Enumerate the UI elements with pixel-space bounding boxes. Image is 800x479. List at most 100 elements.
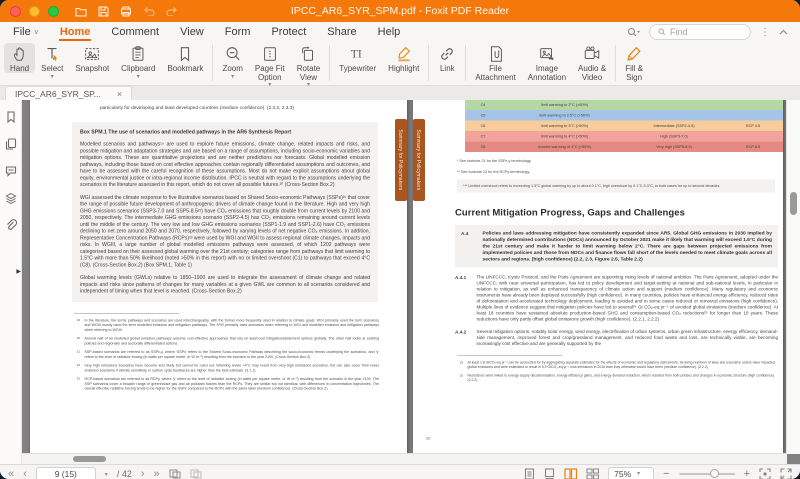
page-number-input[interactable]: 9 (15) xyxy=(35,467,96,479)
zoom-button[interactable]: Zoom ▾ xyxy=(216,43,248,80)
collapse-ribbon-icon[interactable] xyxy=(779,29,788,35)
chevron-down-icon: ▾ xyxy=(231,74,235,81)
table-row: C8 exceed warming of 4°C (>50%) Very high … xyxy=(465,141,783,152)
save-icon[interactable] xyxy=(98,6,109,17)
box-title: Box SPM.1 The use of scenarios and model… xyxy=(80,129,292,136)
fit-page-button[interactable] xyxy=(759,468,771,479)
attachments-panel-icon[interactable] xyxy=(5,219,17,231)
minimize-window-button[interactable] xyxy=(29,5,40,17)
hand-tool-button[interactable]: Hand xyxy=(4,43,36,74)
ribbon-separator xyxy=(329,45,331,81)
pdf-page-right[interactable]: C3limit warming to 2°C (>67%)Low (SSP1-2… xyxy=(413,100,783,453)
file-attachment-icon xyxy=(490,46,502,62)
open-file-icon[interactable] xyxy=(75,6,87,17)
ribbon-separator xyxy=(212,45,214,81)
page-number: 10 xyxy=(426,436,431,441)
statement-a41: A.4.1 The UNFCCC, Kyoto Protocol, and th… xyxy=(455,274,778,322)
first-page-button[interactable]: « xyxy=(8,468,14,479)
audio-video-icon xyxy=(584,46,600,59)
section-side-tab: Summary for Policymakers xyxy=(413,119,425,201)
zoom-in-button[interactable]: + xyxy=(744,468,750,479)
zoom-window-button[interactable] xyxy=(48,5,59,17)
rotate-view-button[interactable]: Rotate View ▾ xyxy=(291,43,327,89)
bookmarks-panel-icon[interactable] xyxy=(5,111,17,123)
zoom-slider-thumb[interactable] xyxy=(709,469,719,478)
highlight-button[interactable]: Highlight xyxy=(382,43,425,73)
zoom-level-select[interactable]: 75% ▾ xyxy=(608,467,655,479)
close-window-button[interactable] xyxy=(10,5,21,17)
footnote: 20 Around half of all modelled global emi… xyxy=(76,336,379,346)
typewriter-button[interactable]: TI Typewriter xyxy=(333,43,382,73)
next-page-button[interactable]: › xyxy=(141,468,145,479)
rotate-view-icon xyxy=(302,46,314,61)
statement-a4: A.4 Policies and laws addressing mitigat… xyxy=(455,224,778,268)
link-icon xyxy=(441,48,454,60)
find-placeholder: Find xyxy=(670,27,688,37)
zoom-out-button[interactable]: − xyxy=(663,468,669,479)
single-page-view-icon[interactable] xyxy=(524,468,535,479)
ribbon-separator xyxy=(465,45,467,81)
horizontal-scrollbar[interactable] xyxy=(22,453,787,464)
menu-file[interactable]: File ∨ xyxy=(12,24,40,40)
image-annotation-button[interactable]: Image Annotation xyxy=(522,43,572,82)
menu-home[interactable]: Home xyxy=(58,24,92,41)
menu-form[interactable]: Form xyxy=(224,24,252,40)
fill-sign-button[interactable]: Fill & Sign xyxy=(619,43,649,82)
comments-panel-icon[interactable] xyxy=(5,165,17,177)
chevron-down-icon: ▾ xyxy=(268,82,272,89)
document-tab-label: IPCC_AR6_SYR_SP... xyxy=(15,88,101,99)
snapshot-button[interactable]: Snapshot xyxy=(69,43,115,73)
file-attachment-button[interactable]: File Attachment xyxy=(469,43,521,82)
next-view-button[interactable] xyxy=(190,469,202,479)
clipboard-button[interactable]: Clipboard ▾ xyxy=(115,43,161,80)
link-button[interactable]: Link xyxy=(432,43,462,73)
footnote-separator xyxy=(457,355,562,356)
continuous-view-icon[interactable] xyxy=(544,468,555,479)
horizontal-scrollbar-thumb[interactable] xyxy=(73,456,106,462)
menu-comment[interactable]: Comment xyxy=(110,24,160,40)
section-heading: Current Mitigation Progress, Gaps and Ch… xyxy=(455,207,685,218)
close-tab-icon[interactable]: × xyxy=(117,89,122,99)
fullscreen-button[interactable] xyxy=(780,468,792,479)
layers-panel-icon[interactable] xyxy=(4,192,17,204)
print-icon[interactable] xyxy=(120,6,132,17)
document-tab-bar: IPCC_AR6_SYR_SP... × xyxy=(0,86,800,100)
audio-video-button[interactable]: Audio & Video xyxy=(572,43,612,82)
select-tool-button[interactable]: Select ▾ xyxy=(35,43,69,80)
highlight-icon xyxy=(398,46,410,62)
redo-icon[interactable] xyxy=(166,6,178,16)
undo-icon[interactable] xyxy=(143,6,155,16)
sidebar-expand-handle[interactable]: ▶ xyxy=(16,268,21,275)
clipboard-icon xyxy=(132,46,144,61)
menu-share[interactable]: Share xyxy=(326,24,357,40)
facing-continuous-view-icon[interactable] xyxy=(586,468,600,479)
paragraph-fragment: particularly for developing and least de… xyxy=(100,105,294,111)
previous-page-button[interactable]: ‹ xyxy=(23,468,27,479)
last-page-button[interactable]: » xyxy=(154,468,160,479)
select-text-icon xyxy=(47,48,58,61)
pdf-page-left[interactable]: particularly for developing and least de… xyxy=(30,100,407,453)
vertical-scrollbar-thumb[interactable] xyxy=(790,192,797,215)
vertical-scrollbar[interactable] xyxy=(786,100,800,454)
bookmark-button[interactable]: Bookmark xyxy=(161,43,209,73)
document-tab[interactable]: IPCC_AR6_SYR_SP... × xyxy=(5,86,133,100)
zoom-slider[interactable] xyxy=(678,469,735,478)
zoom-out-icon xyxy=(226,47,240,61)
find-input[interactable]: Find xyxy=(649,24,751,40)
chevron-down-icon: ▾ xyxy=(637,471,641,477)
page-fit-option-button[interactable]: Page Fit Option ▾ xyxy=(249,43,291,89)
ribbon-separator xyxy=(615,45,617,81)
chevron-down-icon: ▾ xyxy=(50,74,54,81)
more-options-icon[interactable]: ⋮ xyxy=(760,27,770,38)
document-canvas[interactable]: particularly for developing and least de… xyxy=(22,100,800,464)
facing-view-icon[interactable] xyxy=(564,468,578,479)
menu-view[interactable]: View xyxy=(179,24,205,40)
pages-panel-icon[interactable] xyxy=(5,138,17,150)
previous-view-button[interactable] xyxy=(169,469,181,479)
status-bar: « ‹ 9 (15) ▾ / 42 › » 75% ▾ − + xyxy=(0,464,800,479)
menu-protect[interactable]: Protect xyxy=(270,24,307,40)
menu-help[interactable]: Help xyxy=(377,24,402,40)
box-paragraph: Global warming levels (GWLs) relative to… xyxy=(80,275,370,294)
navigation-sidebar: ▶ xyxy=(0,100,22,464)
search-options-icon[interactable] xyxy=(627,27,640,38)
